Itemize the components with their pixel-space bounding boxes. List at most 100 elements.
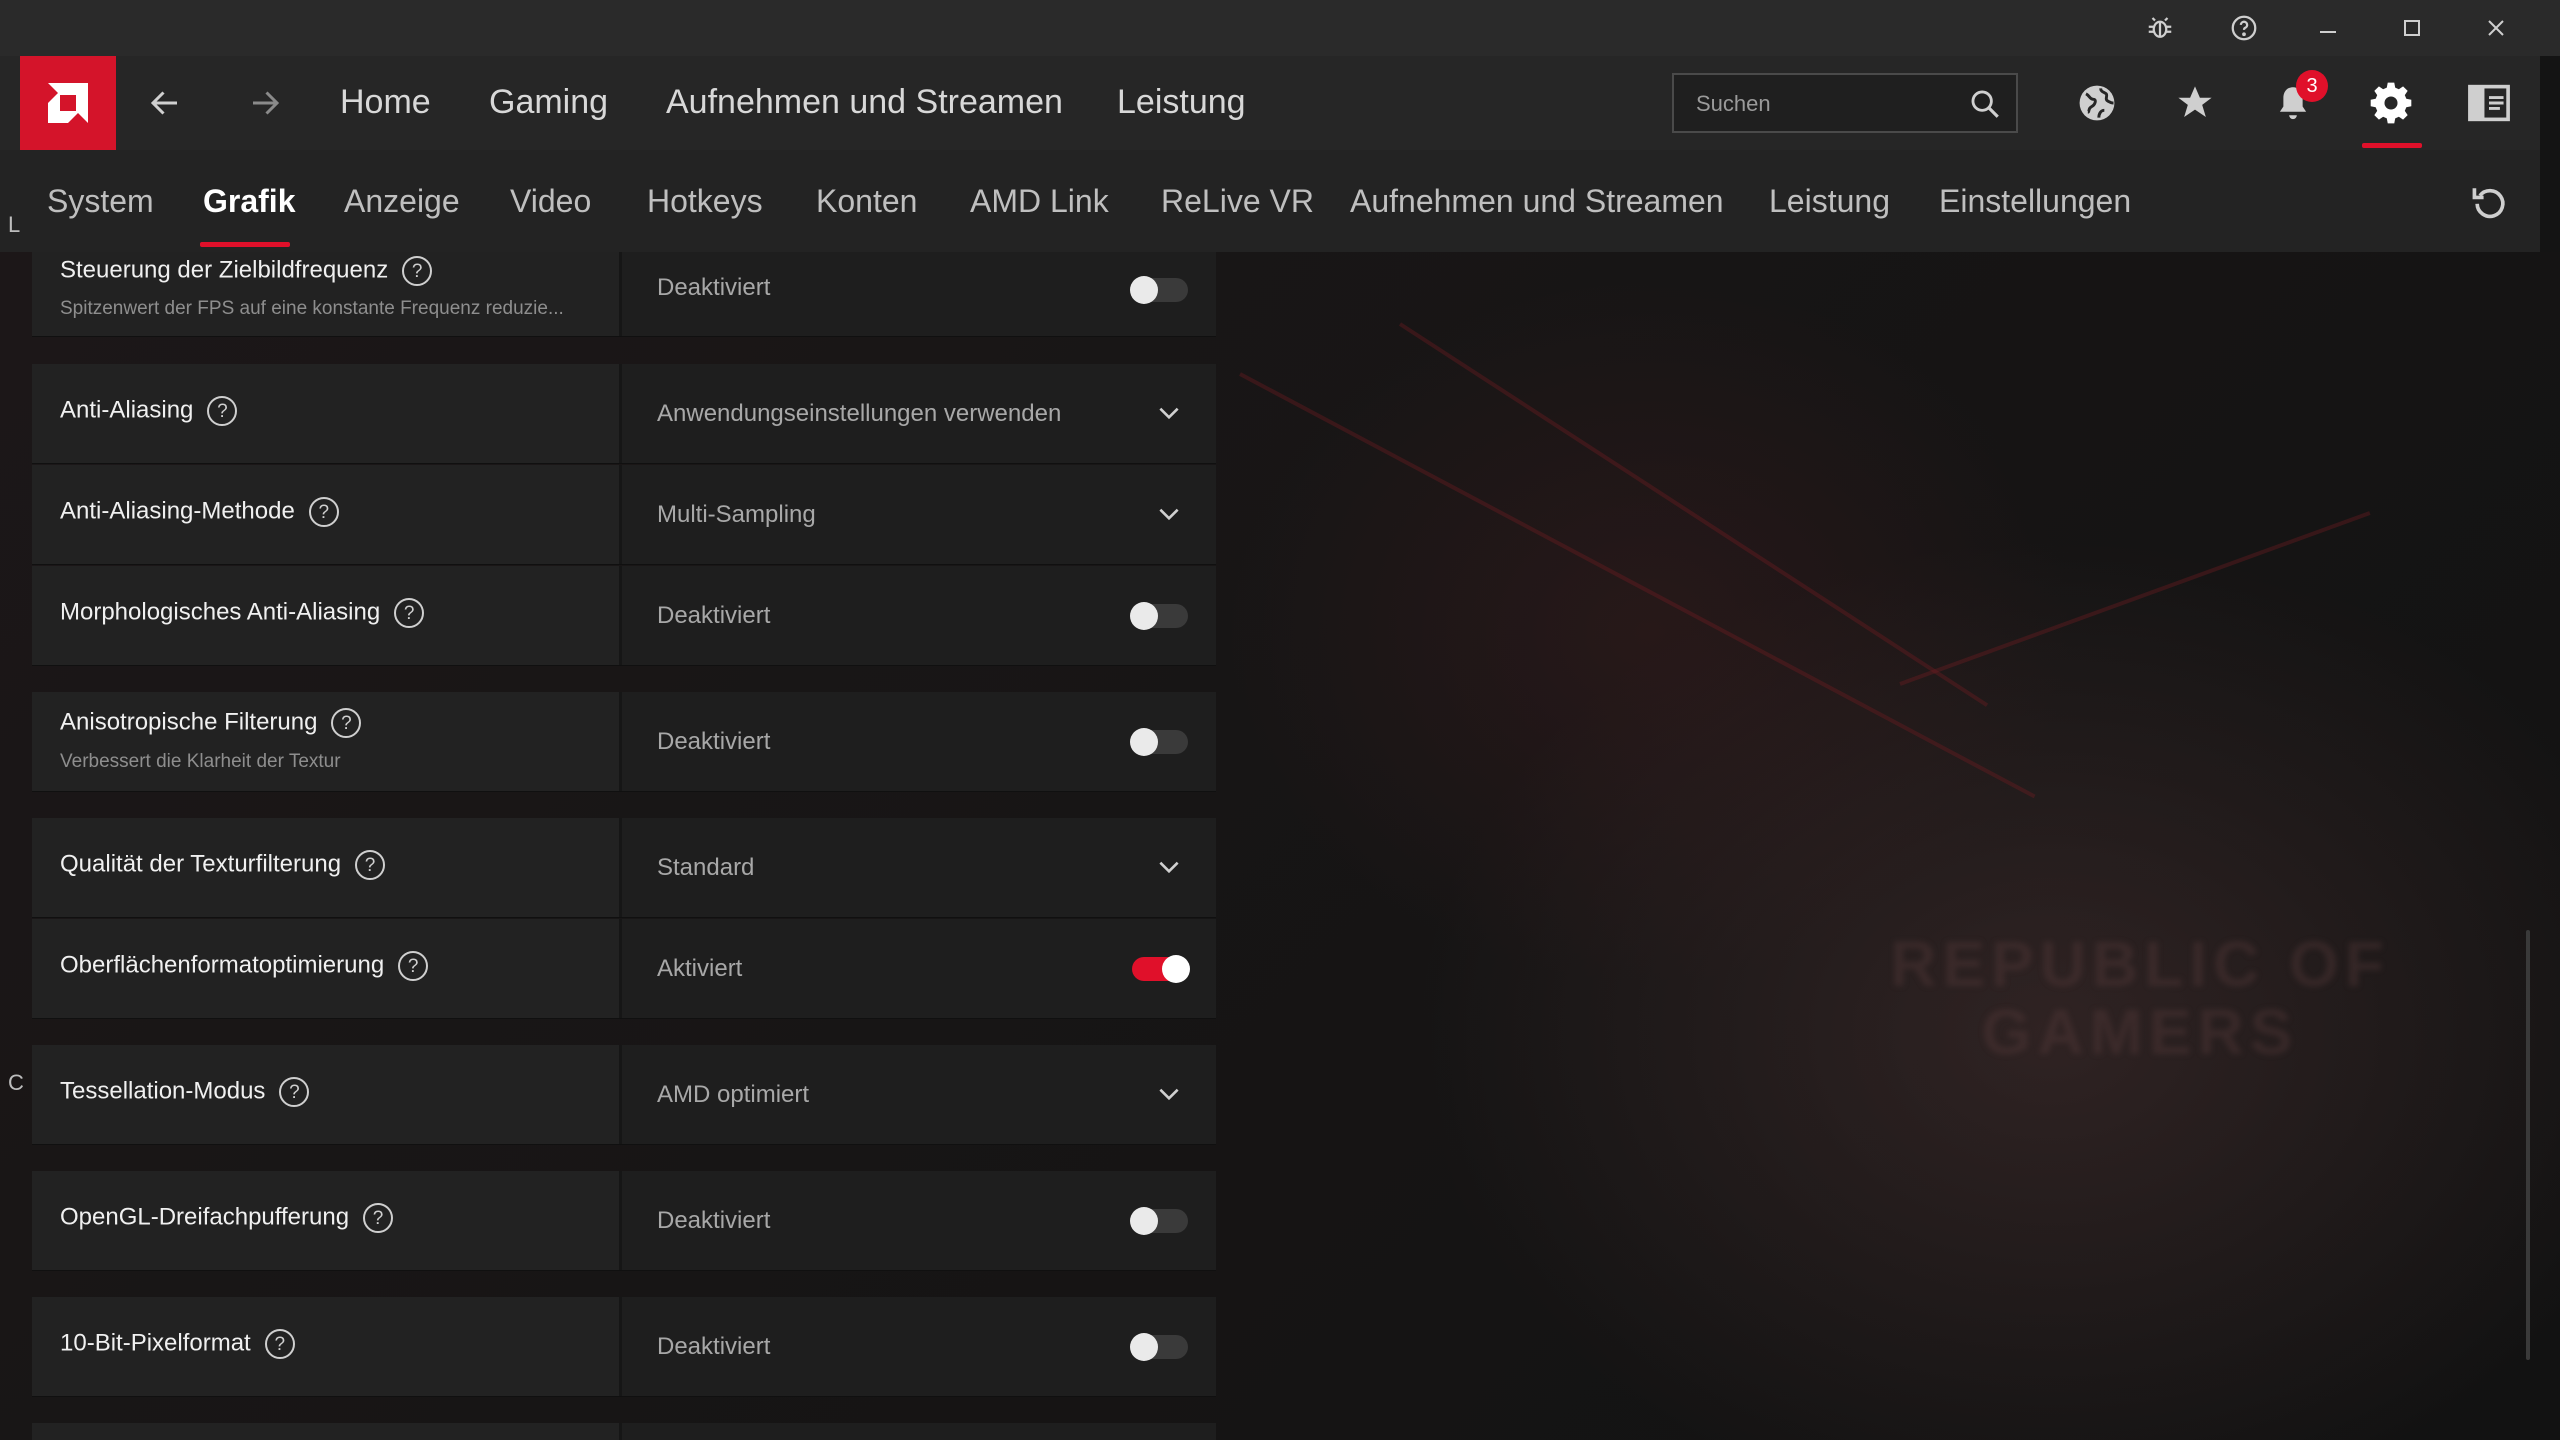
setting-row-partial: [32, 1423, 1216, 1440]
help-icon[interactable]: ?: [308, 497, 339, 527]
rog-watermark-line: GAMERS: [1981, 996, 2299, 1068]
toggle-switch[interactable]: [1130, 276, 1188, 304]
setting-label: Anti-Aliasing?: [60, 396, 238, 426]
setting-value: Anwendungseinstellungen verwenden: [657, 400, 1062, 427]
toggle-switch[interactable]: [1130, 602, 1188, 630]
setting-description: Spitzenwert der FPS auf eine konstante F…: [60, 298, 564, 319]
setting-value-cell[interactable]: Multi-Sampling: [625, 465, 1216, 564]
tab-record-stream[interactable]: Aufnehmen und Streamen: [1350, 183, 1724, 220]
setting-label: Anisotropische Filterung?: [60, 708, 362, 738]
tab-settings[interactable]: Einstellungen: [1939, 183, 2131, 220]
tab-anzeige[interactable]: Anzeige: [344, 183, 460, 220]
search-box[interactable]: [1672, 73, 2018, 133]
tab-amd-link[interactable]: AMD Link: [970, 183, 1109, 220]
setting-value: Aktiviert: [657, 955, 743, 982]
setting-value: Deaktiviert: [657, 1333, 771, 1360]
tab-video[interactable]: Video: [510, 183, 591, 220]
setting-label-cell: 10-Bit-Pixelformat?: [32, 1297, 622, 1396]
setting-value: Deaktiviert: [657, 602, 771, 629]
forward-button[interactable]: [240, 78, 290, 128]
arrow-right-icon: [253, 91, 280, 115]
setting-label-cell: OpenGL-Dreifachpufferung?: [32, 1171, 622, 1270]
setting-label: Steuerung der Zielbildfrequenz?: [60, 256, 433, 286]
chevron-down-icon[interactable]: [1156, 1081, 1182, 1107]
help-icon[interactable]: [2224, 8, 2264, 48]
setting-label: Qualität der Texturfilterung?: [60, 850, 386, 880]
setting-label: Morphologisches Anti-Aliasing?: [60, 598, 425, 628]
setting-label-text: 10-Bit-Pixelformat: [60, 1329, 251, 1357]
setting-label-cell: Anti-Aliasing-Methode?: [32, 465, 622, 564]
nav-record-stream[interactable]: Aufnehmen und Streamen: [666, 83, 1063, 122]
setting-label-cell: [32, 1423, 622, 1440]
setting-label-cell: Morphologisches Anti-Aliasing?: [32, 566, 622, 665]
tab-relive-vr[interactable]: ReLive VR: [1161, 183, 1314, 220]
search-input[interactable]: [1694, 83, 1948, 125]
background-stripe: [1239, 372, 2036, 799]
setting-label-cell: Qualität der Texturfilterung?: [32, 818, 622, 917]
chevron-down-icon[interactable]: [1156, 501, 1182, 527]
back-button[interactable]: [140, 78, 190, 128]
help-icon[interactable]: ?: [279, 1077, 310, 1107]
help-icon[interactable]: ?: [363, 1203, 394, 1233]
setting-value-cell[interactable]: Anwendungseinstellungen verwenden: [625, 364, 1216, 463]
gear-icon[interactable]: [2364, 76, 2418, 130]
setting-value-cell[interactable]: Standard: [625, 818, 1216, 917]
tab-performance[interactable]: Leistung: [1769, 183, 1890, 220]
setting-label: 10-Bit-Pixelformat?: [60, 1329, 295, 1359]
setting-label-text: Morphologisches Anti-Aliasing: [60, 598, 381, 626]
help-icon[interactable]: ?: [398, 951, 429, 981]
bug-report-icon[interactable]: [2140, 8, 2180, 48]
globe-icon[interactable]: [2070, 76, 2124, 130]
setting-value: Deaktiviert: [657, 728, 771, 755]
tab-hotkeys[interactable]: Hotkeys: [647, 183, 763, 220]
toggle-switch[interactable]: [1132, 955, 1190, 983]
setting-value-cell: Aktiviert: [625, 919, 1216, 1018]
star-icon[interactable]: [2168, 76, 2222, 130]
maximize-icon[interactable]: [2392, 8, 2432, 48]
nav-performance[interactable]: Leistung: [1117, 83, 1246, 122]
help-icon[interactable]: ?: [402, 256, 433, 286]
search-icon[interactable]: [1968, 87, 2002, 121]
toggle-knob: [1130, 276, 1158, 304]
setting-value: Multi-Sampling: [657, 501, 816, 528]
help-icon[interactable]: ?: [394, 598, 425, 628]
tab-system[interactable]: System: [47, 183, 154, 220]
toggle-knob: [1162, 955, 1190, 983]
notification-badge: 3: [2296, 70, 2328, 102]
setting-label-text: Steuerung der Zielbildfrequenz: [60, 256, 389, 284]
setting-label-cell: Tessellation-Modus?: [32, 1045, 622, 1144]
amd-logo[interactable]: [20, 56, 116, 150]
chevron-down-icon[interactable]: [1156, 400, 1182, 426]
minimize-icon[interactable]: [2308, 8, 2348, 48]
tab-konten[interactable]: Konten: [816, 183, 917, 220]
setting-label-text: Anti-Aliasing-Methode: [60, 497, 295, 525]
toggle-switch[interactable]: [1130, 1207, 1188, 1235]
chevron-down-icon[interactable]: [1156, 854, 1182, 880]
setting-value-cell: Deaktiviert: [625, 566, 1216, 665]
help-icon[interactable]: ?: [355, 850, 386, 880]
help-icon[interactable]: ?: [264, 1329, 295, 1359]
toggle-switch[interactable]: [1130, 728, 1188, 756]
setting-row-morphological-aa: Morphologisches Anti-Aliasing? Deaktivie…: [32, 566, 1216, 665]
setting-value: Deaktiviert: [657, 274, 771, 301]
setting-value-cell[interactable]: AMD optimiert: [625, 1045, 1216, 1144]
reset-icon[interactable]: [2468, 180, 2512, 224]
help-icon[interactable]: ?: [331, 708, 362, 738]
help-icon[interactable]: ?: [207, 396, 238, 426]
setting-label-text: Anisotropische Filterung: [60, 708, 318, 736]
rog-watermark-line: REPUBLIC OF: [1890, 928, 2390, 1000]
setting-row-texture-filter-quality: Qualität der Texturfilterung? Standard: [32, 818, 1216, 917]
setting-label: Tessellation-Modus?: [60, 1077, 310, 1107]
tab-grafik[interactable]: Grafik: [203, 183, 295, 220]
nav-home[interactable]: Home: [340, 83, 431, 122]
nav-gaming[interactable]: Gaming: [489, 83, 608, 122]
edge-letter: C: [8, 1070, 24, 1095]
toggle-knob: [1130, 602, 1158, 630]
scrollbar[interactable]: [2526, 930, 2530, 1360]
arrow-left-icon: [150, 91, 177, 115]
sidebar-panel-icon[interactable]: [2462, 76, 2516, 130]
setting-label-cell: Anisotropische Filterung? Verbessert die…: [32, 692, 622, 791]
toggle-switch[interactable]: [1130, 1333, 1188, 1361]
setting-label-cell: Anti-Aliasing?: [32, 364, 622, 463]
close-icon[interactable]: [2476, 8, 2516, 48]
